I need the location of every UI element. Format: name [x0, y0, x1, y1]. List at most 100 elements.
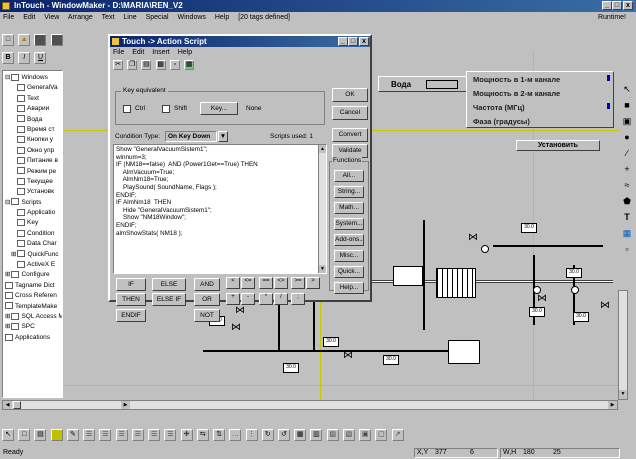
ok-button[interactable]: OK — [332, 88, 368, 102]
script-line[interactable]: almShowStats( NM18 ); — [116, 230, 324, 238]
op-minus[interactable]: - — [241, 293, 255, 305]
tree-item[interactable]: Аварии — [3, 104, 62, 114]
script-line[interactable]: Hide "GeneralVacuumSistem1"; — [116, 207, 324, 215]
expand-icon[interactable]: ⊞ — [5, 323, 10, 330]
tree-item[interactable]: ⊟ Scripts — [3, 198, 62, 208]
tree-item[interactable]: ⊞ SQL Access Manager — [3, 312, 62, 322]
script-line[interactable]: AlmVacuum=True; — [116, 169, 324, 177]
open-icon[interactable]: ▲ — [18, 34, 31, 46]
scroll-thumb[interactable] — [13, 401, 21, 409]
window-mode-icon[interactable]: □ — [18, 429, 31, 441]
underline-icon[interactable]: U — [34, 52, 47, 64]
else-if-button[interactable]: ELSE IF — [152, 293, 186, 306]
func-quick-button[interactable]: Quick... — [334, 266, 364, 278]
gauge-box[interactable]: 30.0 — [566, 268, 582, 278]
not-button[interactable]: NOT — [194, 309, 220, 322]
cancel-button[interactable]: Cancel — [332, 106, 368, 120]
tree-item[interactable]: ⊞ SPC — [3, 322, 62, 332]
sensor-icon[interactable] — [571, 286, 579, 294]
tags-icon[interactable]: ▦ — [184, 60, 195, 70]
tree-item[interactable]: Вода — [3, 115, 62, 125]
close-button[interactable]: x — [623, 1, 633, 10]
dialog-close-button[interactable]: x — [359, 37, 369, 46]
dialog-menu-file[interactable]: File — [113, 49, 124, 56]
func-string-button[interactable]: String... — [334, 186, 364, 198]
horizontal-scrollbar[interactable]: ◀ ▶ ▶ — [2, 400, 618, 410]
script-line[interactable]: Show "GeneralVacuumSistem1"; — [116, 146, 324, 154]
hv-line-icon[interactable]: + — [620, 164, 634, 180]
op-ge[interactable]: >= — [291, 277, 305, 289]
menu-help[interactable]: Help — [215, 14, 229, 21]
gauge-box[interactable]: 30.0 — [529, 307, 545, 317]
op-lt[interactable]: < — [226, 277, 240, 289]
cut-icon[interactable]: ✂ — [113, 60, 123, 70]
tree-item[interactable]: Applicatio — [3, 208, 62, 218]
align-middle-icon[interactable]: ☰ — [148, 429, 161, 441]
convert-button[interactable]: Convert — [332, 128, 368, 142]
gauge-box[interactable]: 30.0 — [283, 363, 299, 373]
align-bottom-icon[interactable]: ☰ — [164, 429, 177, 441]
menu-arrange[interactable]: Arrange — [68, 14, 93, 21]
sensor-icon[interactable] — [481, 245, 489, 253]
func-addons-button[interactable]: Add-ons... — [334, 234, 364, 246]
endif-button[interactable]: ENDIF — [116, 309, 146, 322]
back-icon[interactable]: ▧ — [342, 429, 355, 441]
op-eq[interactable]: == — [259, 277, 273, 289]
tree-item[interactable]: Текущее — [3, 177, 62, 187]
op-gt[interactable]: > — [306, 277, 320, 289]
tree-item[interactable]: Режим ре — [3, 167, 62, 177]
expand-icon[interactable]: ⊞ — [5, 271, 10, 278]
align-center-point-icon[interactable]: ✚ — [180, 429, 193, 441]
paint-icon[interactable] — [50, 429, 63, 441]
window-icon[interactable]: ▫ — [169, 60, 180, 70]
func-math-button[interactable]: Math... — [334, 202, 364, 214]
gauge-box[interactable]: 30.0 — [521, 223, 537, 233]
scroll-up-icon[interactable]: ▲ — [319, 145, 326, 153]
minimize-button[interactable]: _ — [602, 1, 612, 10]
copy-icon[interactable]: ❐ — [127, 60, 138, 70]
text-tool-icon[interactable]: T — [620, 212, 634, 228]
scroll-right-icon[interactable]: ▶ — [608, 401, 617, 409]
tree-item[interactable]: TemplateMake — [3, 302, 62, 312]
make-cell-icon[interactable]: ▦ — [294, 429, 307, 441]
dialog-menu-help[interactable]: Help — [178, 49, 192, 56]
func-all-button[interactable]: All... — [334, 170, 364, 182]
pencil-icon[interactable]: ✎ — [66, 429, 79, 441]
valve-icon[interactable]: ⋈ — [343, 350, 353, 361]
ctrl-checkbox[interactable] — [123, 105, 131, 113]
tree-item[interactable]: Питание в — [3, 156, 62, 166]
flip-horizontal-icon[interactable]: ⇆ — [196, 429, 209, 441]
vertical-scrollbar[interactable]: ▼ — [618, 290, 628, 400]
script-line[interactable]: ENDIF; — [116, 192, 324, 200]
menu-file[interactable]: File — [3, 14, 14, 21]
op-ne[interactable]: <> — [274, 277, 288, 289]
tree-item[interactable]: ⊞ QuickFunc — [3, 250, 62, 260]
menu-text[interactable]: Text — [102, 14, 115, 21]
scroll-down-icon[interactable]: ▼ — [619, 390, 627, 399]
script-scrollbar[interactable]: ▲ ▼ — [318, 145, 326, 273]
tree-item[interactable]: Cross Referen — [3, 291, 62, 301]
ellipse-icon[interactable]: ● — [620, 132, 634, 148]
gauge-box[interactable]: 30.0 — [383, 355, 399, 365]
func-help-button[interactable]: Help... — [334, 282, 364, 294]
line-icon[interactable]: ∕ — [620, 148, 634, 164]
valve-icon[interactable]: ⋈ — [537, 293, 547, 304]
rotate-ccw-icon[interactable]: ↺ — [277, 429, 290, 441]
align-left-icon[interactable]: ☰ — [83, 429, 96, 441]
align-right-icon[interactable]: ☰ — [115, 429, 128, 441]
rectangle-icon[interactable]: ■ — [620, 100, 634, 116]
expand-icon[interactable]: ⊞ — [5, 313, 10, 320]
gauge-box[interactable]: 30.0 — [323, 337, 339, 347]
bold-icon[interactable]: B — [2, 52, 14, 64]
pointer-icon[interactable]: ↖ — [620, 84, 634, 100]
polyline-icon[interactable]: ≈ — [620, 180, 634, 196]
or-button[interactable]: OR — [194, 293, 220, 306]
valve-icon[interactable]: ⋈ — [468, 232, 478, 243]
then-button[interactable]: THEN — [116, 293, 146, 306]
scroll-right-icon[interactable]: ▶ — [121, 401, 130, 409]
wizard-icon[interactable]: ▤ — [34, 429, 47, 441]
tree-item[interactable]: Data Char — [3, 239, 62, 249]
tree-item[interactable]: Время ст — [3, 125, 62, 135]
expand-icon[interactable]: ⊟ — [5, 199, 10, 206]
op-semicolon[interactable]: ; — [291, 293, 305, 305]
